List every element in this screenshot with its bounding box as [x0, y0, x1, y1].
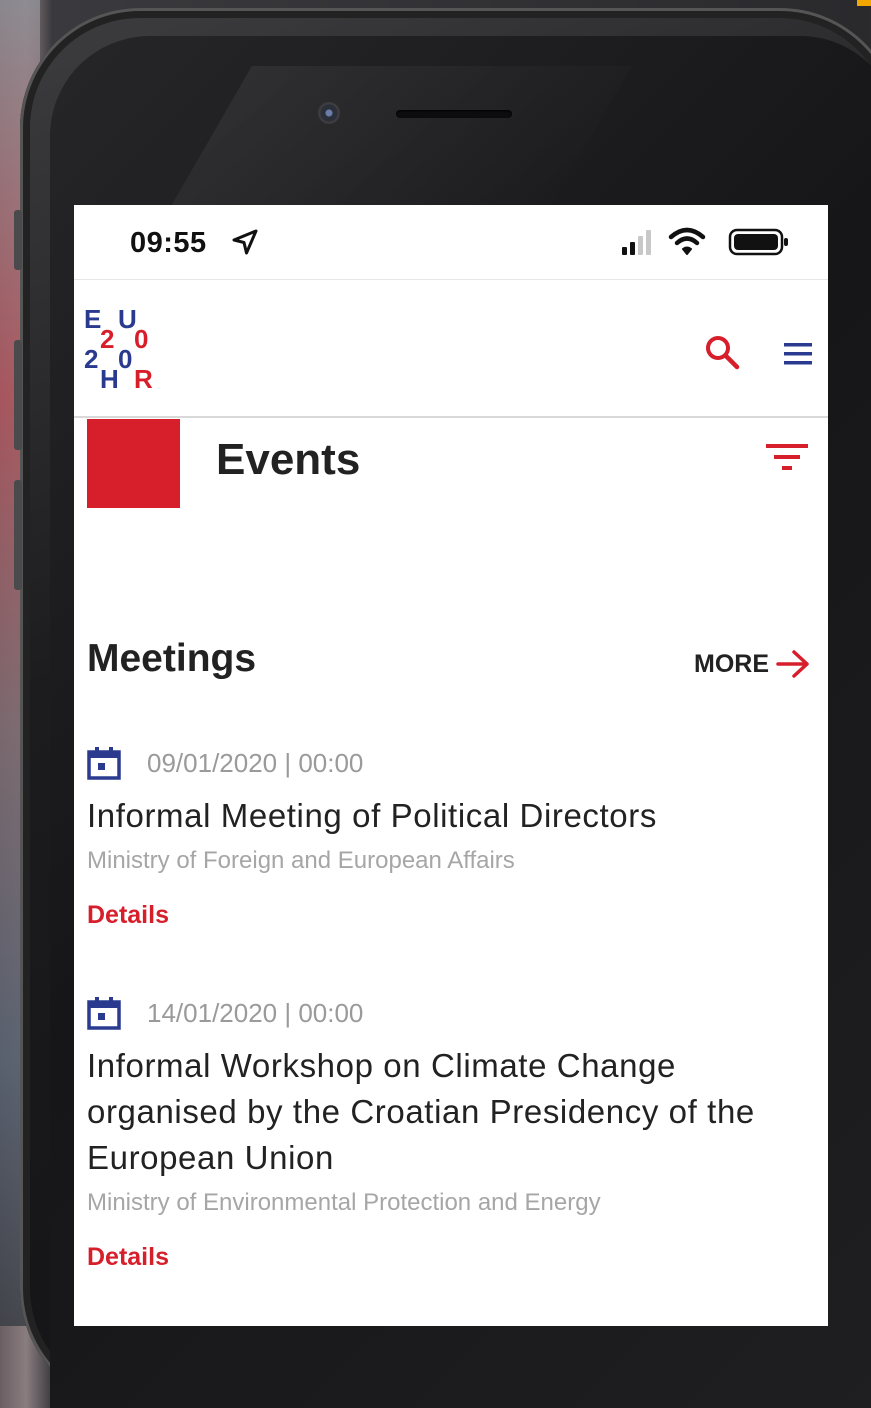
- status-bar: 09:55: [74, 205, 828, 280]
- title-accent-block: [87, 419, 180, 508]
- earpiece-speaker: [396, 110, 512, 118]
- cellular-signal-icon: [622, 230, 651, 255]
- filter-icon[interactable]: [764, 441, 810, 475]
- event-date: 14/01/2020 | 00:00: [147, 997, 364, 1028]
- event-title[interactable]: Informal Workshop on Climate Change orga…: [87, 1043, 807, 1181]
- volume-up-button: [14, 340, 22, 450]
- calendar-icon: [87, 997, 121, 1030]
- corner-accent: [857, 0, 871, 6]
- app-screen: 09:55 E U 2 0 2 0 H R Events Meetings MO…: [74, 205, 828, 1326]
- page-title: Events: [216, 435, 361, 484]
- logo-letter: E: [84, 304, 102, 334]
- app-header: E U 2 0 2 0 H R: [74, 280, 828, 418]
- event-item: 14/01/2020 | 00:00 Informal Workshop on …: [87, 993, 807, 1272]
- event-title[interactable]: Informal Meeting of Political Directors: [87, 793, 807, 839]
- eu2020hr-logo[interactable]: E U 2 0 2 0 H R: [84, 306, 164, 396]
- hamburger-menu-icon[interactable]: [782, 340, 814, 368]
- battery-icon: [728, 228, 788, 256]
- mute-switch: [14, 210, 22, 270]
- more-link[interactable]: MORE: [694, 649, 811, 679]
- logo-letter: 0: [134, 324, 149, 354]
- event-date-row: 09/01/2020 | 00:00: [87, 743, 807, 783]
- event-details-link[interactable]: Details: [87, 1243, 807, 1272]
- arrow-right-icon: [776, 650, 809, 678]
- logo-letter: 2: [100, 324, 115, 354]
- logo-letter: R: [134, 364, 153, 394]
- wifi-icon: [668, 227, 706, 255]
- status-time: 09:55: [130, 227, 207, 259]
- more-label: MORE: [694, 649, 769, 678]
- location-arrow-icon: [232, 229, 258, 255]
- logo-letter: 2: [84, 344, 99, 374]
- event-item: 09/01/2020 | 00:00 Informal Meeting of P…: [87, 743, 807, 930]
- search-icon[interactable]: [704, 334, 740, 370]
- event-date: 09/01/2020 | 00:00: [147, 747, 364, 778]
- event-details-link[interactable]: Details: [87, 901, 807, 930]
- event-organizer: Ministry of Foreign and European Affairs: [87, 847, 515, 874]
- event-organizer: Ministry of Environmental Protection and…: [87, 1189, 601, 1216]
- logo-letter: 0: [118, 344, 133, 374]
- event-date-row: 14/01/2020 | 00:00: [87, 993, 807, 1033]
- logo-letter: H: [100, 364, 119, 394]
- volume-down-button: [14, 480, 22, 590]
- front-camera: [318, 102, 340, 124]
- section-title: Meetings: [87, 637, 257, 680]
- calendar-icon: [87, 747, 121, 780]
